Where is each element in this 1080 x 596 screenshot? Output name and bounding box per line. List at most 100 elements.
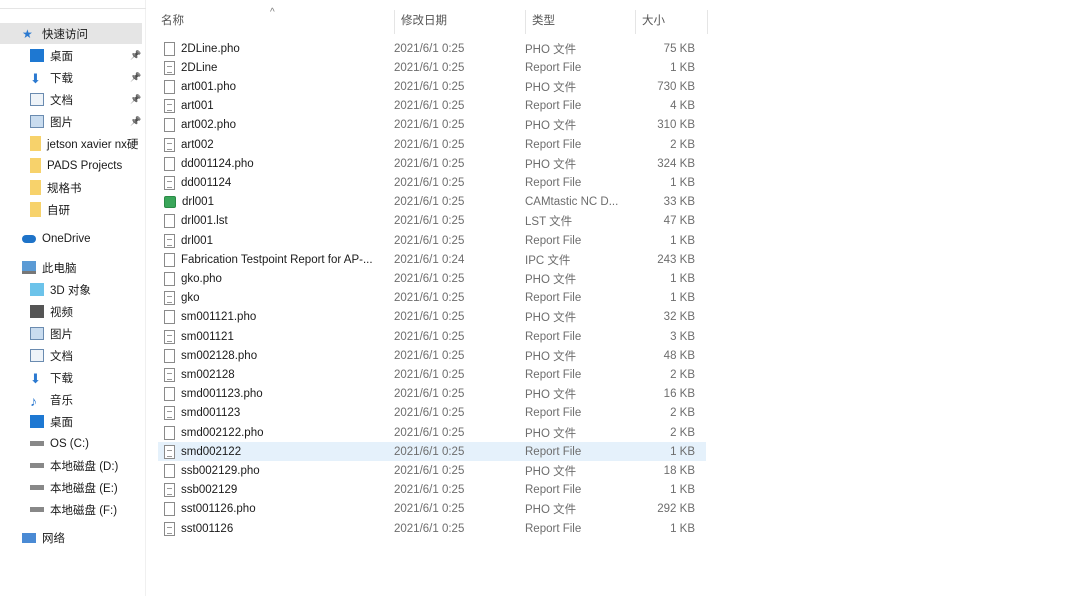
file-row[interactable]: drl001 2021/6/1 0:25 Report File 1 KB — [158, 231, 706, 250]
nav-item[interactable]: ⬇ 下载 — [30, 367, 73, 388]
drive-icon — [30, 507, 44, 512]
video-icon — [30, 305, 44, 318]
file-row[interactable]: drl001.lst 2021/6/1 0:25 LST 文件 47 KB — [158, 212, 706, 231]
file-row[interactable]: Fabrication Testpoint Report for AP-... … — [158, 250, 706, 269]
file-size: 310 KB — [657, 119, 695, 132]
nav-item[interactable]: 本地磁盘 (F:) — [30, 499, 117, 520]
nav-item[interactable]: jetson xavier nx硬 — [30, 133, 138, 154]
pin-icon[interactable]: 📌 — [130, 94, 141, 105]
file-row[interactable]: sm001121.pho 2021/6/1 0:25 PHO 文件 32 KB — [158, 308, 706, 327]
file-row[interactable]: art002.pho 2021/6/1 0:25 PHO 文件 310 KB — [158, 116, 706, 135]
desktop-icon — [30, 415, 44, 428]
network-icon — [22, 532, 36, 543]
pin-icon[interactable]: 📌 — [130, 72, 141, 83]
folder-icon — [30, 158, 41, 173]
nav-item[interactable]: 自研 — [30, 199, 70, 220]
report-file-icon — [164, 175, 175, 190]
nav-item[interactable]: 本地磁盘 (E:) — [30, 477, 118, 498]
nav-item[interactable]: 桌面 — [30, 411, 73, 432]
file-name-cell: gko.pho — [158, 271, 394, 286]
file-name-cell: dd001124.pho — [158, 156, 394, 171]
file-row[interactable]: smd002122 2021/6/1 0:25 Report File 1 KB — [158, 442, 706, 462]
document-icon — [30, 93, 44, 106]
file-type: CAMtastic NC D... — [525, 196, 619, 209]
file-size: 1 KB — [670, 61, 695, 74]
file-icon — [164, 425, 175, 440]
file-icon — [164, 41, 175, 56]
file-type: Report File — [525, 368, 582, 381]
file-row[interactable]: ssb002129 2021/6/1 0:25 Report File 1 KB — [158, 481, 706, 500]
file-type: PHO 文件 — [525, 43, 577, 56]
file-size: 1 KB — [670, 484, 695, 497]
file-row[interactable]: art001.pho 2021/6/1 0:25 PHO 文件 730 KB — [158, 77, 706, 96]
column-size[interactable]: 大小 — [636, 10, 708, 34]
file-row[interactable]: gko.pho 2021/6/1 0:25 PHO 文件 1 KB — [158, 269, 706, 288]
nav-item[interactable]: 本地磁盘 (D:) — [30, 455, 118, 476]
nav-item[interactable]: 规格书 — [30, 177, 82, 198]
report-file-icon — [164, 137, 175, 152]
file-row[interactable]: 2DLine.pho 2021/6/1 0:25 PHO 文件 75 KB — [158, 39, 706, 58]
file-row[interactable]: art002 2021/6/1 0:25 Report File 2 KB — [158, 135, 706, 154]
pictures-icon — [30, 115, 44, 128]
drive-icon — [30, 463, 44, 468]
nav-quick-access[interactable]: ★ 快速访问 — [0, 23, 142, 44]
nav-this-pc[interactable]: 此电脑 — [22, 257, 77, 278]
file-date: 2021/6/1 0:25 — [394, 445, 465, 458]
file-row[interactable]: art001 2021/6/1 0:25 Report File 4 KB — [158, 97, 706, 116]
file-name-cell: sst001126 — [158, 521, 394, 536]
file-date: 2021/6/1 0:25 — [394, 138, 465, 151]
file-row[interactable]: 2DLine 2021/6/1 0:25 Report File 1 KB — [158, 58, 706, 77]
file-row[interactable]: sst001126 2021/6/1 0:25 Report File 1 KB — [158, 519, 706, 538]
file-date: 2021/6/1 0:25 — [394, 272, 465, 285]
file-size: 324 KB — [657, 157, 695, 170]
report-file-icon — [164, 291, 175, 306]
file-row[interactable]: smd001123 2021/6/1 0:25 Report File 2 KB — [158, 404, 706, 423]
file-row[interactable]: dd001124 2021/6/1 0:25 Report File 1 KB — [158, 173, 706, 192]
pin-icon[interactable]: 📌 — [130, 116, 141, 127]
nav-item[interactable]: ♪ 音乐 — [30, 389, 73, 410]
report-file-icon — [164, 233, 175, 248]
file-date: 2021/6/1 0:25 — [394, 330, 465, 343]
nav-item[interactable]: 视频 — [30, 301, 73, 322]
navigation-pane: ★ 快速访问 桌面 📌 ⬇ 下载 📌 文档 📌 图片 📌 jetson xavier nx硬 PAD… — [0, 0, 146, 596]
nav-item[interactable]: OS (C:) — [30, 433, 89, 454]
drive-icon — [30, 485, 44, 490]
file-date: 2021/6/1 0:25 — [394, 388, 465, 401]
nav-item[interactable]: 图片 — [30, 323, 73, 344]
file-type: PHO 文件 — [525, 273, 577, 286]
file-date: 2021/6/1 0:25 — [394, 368, 465, 381]
nav-item[interactable]: ⬇ 下载 📌 — [30, 67, 141, 88]
column-name[interactable]: ^ 名称 — [155, 7, 395, 34]
file-type: PHO 文件 — [525, 120, 577, 133]
file-row[interactable]: sm002128.pho 2021/6/1 0:25 PHO 文件 48 KB — [158, 346, 706, 365]
folder-icon — [30, 202, 41, 217]
nav-onedrive[interactable]: OneDrive — [22, 228, 91, 249]
file-name-cell: smd001123.pho — [158, 387, 394, 402]
nav-network[interactable]: 网络 — [22, 527, 65, 548]
nav-item[interactable]: 图片 📌 — [30, 111, 141, 132]
file-row[interactable]: sst001126.pho 2021/6/1 0:25 PHO 文件 292 K… — [158, 500, 706, 519]
file-size: 2 KB — [670, 368, 695, 381]
file-size: 16 KB — [663, 388, 695, 401]
file-row[interactable]: ssb002129.pho 2021/6/1 0:25 PHO 文件 18 KB — [158, 461, 706, 480]
file-row[interactable]: sm002128 2021/6/1 0:25 Report File 2 KB — [158, 365, 706, 384]
column-date[interactable]: 修改日期 — [395, 10, 526, 34]
nav-item[interactable]: PADS Projects — [30, 155, 122, 176]
nav-item[interactable]: 桌面 📌 — [30, 45, 141, 66]
nav-item[interactable]: 文档 — [30, 345, 73, 366]
file-row[interactable]: sm001121 2021/6/1 0:25 Report File 3 KB — [158, 327, 706, 346]
file-size: 1 KB — [670, 272, 695, 285]
column-type[interactable]: 类型 — [526, 10, 636, 34]
report-file-icon — [164, 99, 175, 114]
file-row[interactable]: dd001124.pho 2021/6/1 0:25 PHO 文件 324 KB — [158, 154, 706, 173]
file-name-cell: smd002122.pho — [158, 425, 394, 440]
file-row[interactable]: drl001 2021/6/1 0:25 CAMtastic NC D... 3… — [158, 193, 706, 212]
file-row[interactable]: smd001123.pho 2021/6/1 0:25 PHO 文件 16 KB — [158, 385, 706, 404]
pin-icon[interactable]: 📌 — [130, 50, 141, 61]
file-row[interactable]: smd002122.pho 2021/6/1 0:25 PHO 文件 2 KB — [158, 423, 706, 442]
file-row[interactable]: gko 2021/6/1 0:25 Report File 1 KB — [158, 289, 706, 308]
nav-item[interactable]: 3D 对象 — [30, 279, 91, 300]
file-size: 1 KB — [670, 522, 695, 535]
nav-item[interactable]: 文档 📌 — [30, 89, 141, 110]
file-date: 2021/6/1 0:25 — [394, 61, 465, 74]
